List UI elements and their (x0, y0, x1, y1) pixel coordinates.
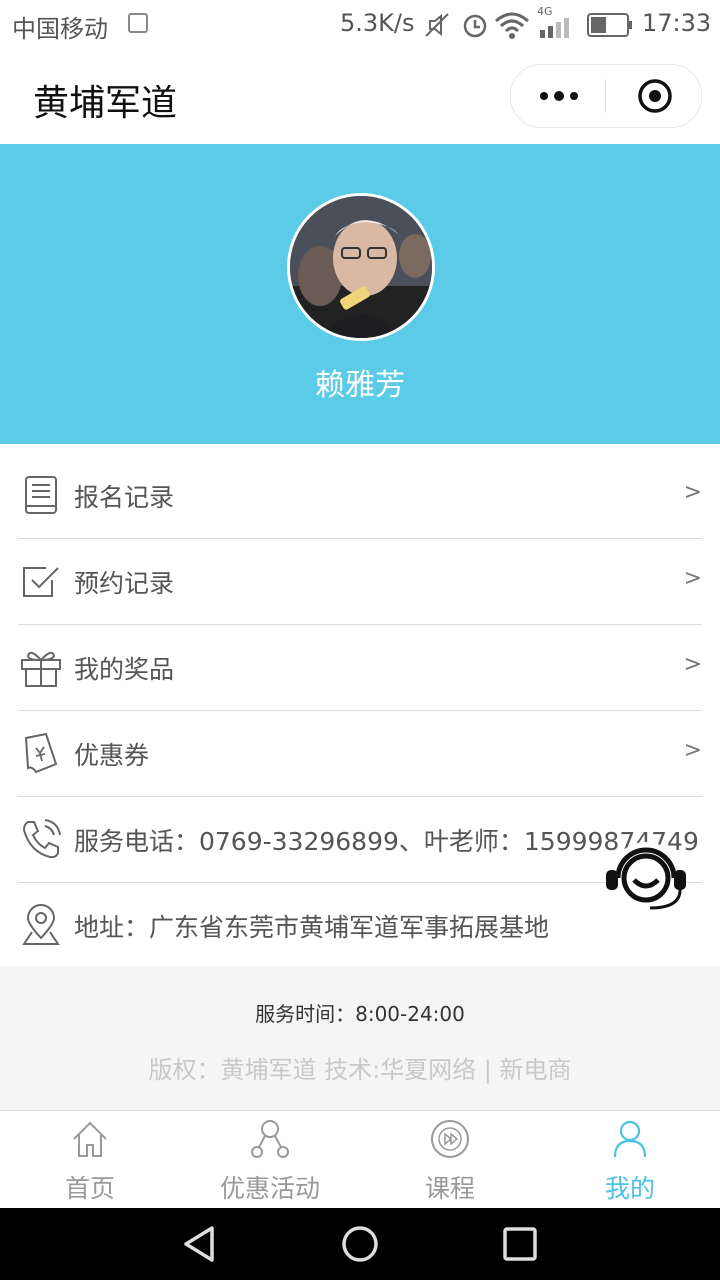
menu-item-label: 预约记录 (74, 569, 175, 598)
document-list-icon (25, 476, 57, 514)
customer-service-button[interactable] (600, 842, 692, 918)
home-icon (73, 1121, 107, 1157)
footer-info: 服务时间：8:00-24:00 版权：黄埔军道 技术:华夏网络 | 新电商 (0, 966, 720, 1110)
close-button[interactable] (621, 65, 701, 127)
system-navigation-bar (0, 1208, 720, 1280)
tab-label: 课程 (424, 1174, 475, 1203)
title-bar: 黄埔军道 (0, 50, 720, 144)
tab-label: 优惠活动 (219, 1174, 320, 1203)
chevron-right-icon: > (683, 480, 702, 505)
back-icon[interactable] (180, 1224, 220, 1264)
more-dots-icon (540, 91, 578, 101)
play-icon (431, 1120, 469, 1158)
menu-item-label: 地址：广东省东莞市黄埔军道军事拓展基地 (74, 913, 550, 942)
recents-icon[interactable] (500, 1224, 540, 1264)
avatar[interactable] (287, 193, 435, 341)
home-circle-icon[interactable] (340, 1224, 380, 1264)
carrier-label: 中国移动 (12, 15, 108, 43)
tab-mine[interactable]: 我的 (540, 1111, 720, 1209)
alarm-icon (463, 14, 487, 38)
wifi-icon (495, 12, 529, 39)
user-icon (613, 1120, 647, 1158)
page-title: 黄埔军道 (33, 83, 178, 124)
image-notification-icon (128, 13, 148, 33)
chevron-right-icon: > (683, 652, 702, 677)
status-bar: 中国移动 5.3K/s 4G 17:33 (0, 0, 720, 50)
mini-program-capsule (510, 64, 702, 128)
menu-item-coupons[interactable]: 优惠券 > (18, 710, 702, 797)
user-name: 赖雅芳 (315, 368, 405, 403)
coupon-icon (24, 732, 58, 774)
battery-icon (587, 13, 632, 37)
profile-header: 赖雅芳 (0, 144, 720, 444)
tab-bar: 首页 优惠活动 课程 我的 (0, 1110, 720, 1209)
tab-label: 首页 (64, 1174, 115, 1203)
chevron-right-icon: > (683, 738, 702, 763)
location-icon (22, 904, 60, 945)
gift-icon (21, 651, 61, 687)
tab-promotions[interactable]: 优惠活动 (180, 1111, 360, 1209)
copyright: 版权：黄埔军道 技术:华夏网络 | 新电商 (148, 1056, 572, 1084)
share-icon (251, 1120, 289, 1158)
capsule-divider (605, 79, 606, 113)
menu-item-label: 报名记录 (74, 483, 175, 512)
menu-item-signup-records[interactable]: 报名记录 > (18, 452, 702, 539)
headset-icon (606, 842, 686, 914)
service-time: 服务时间：8:00-24:00 (255, 1002, 465, 1026)
network-speed: 5.3K/s (340, 9, 415, 37)
tab-courses[interactable]: 课程 (360, 1111, 540, 1209)
chevron-right-icon: > (683, 566, 702, 591)
network-type: 4G (537, 5, 553, 18)
signal-icon (540, 18, 569, 38)
menu-item-label: 我的奖品 (74, 655, 175, 684)
phone-icon (22, 819, 61, 859)
tab-home[interactable]: 首页 (0, 1111, 180, 1209)
menu-item-label: 优惠券 (74, 741, 150, 770)
clock: 17:33 (642, 9, 712, 37)
avatar-photo-icon (290, 196, 432, 338)
menu-item-my-prizes[interactable]: 我的奖品 > (18, 624, 702, 711)
checkbox-icon (23, 567, 59, 597)
tab-label: 我的 (604, 1174, 655, 1203)
target-close-icon (638, 79, 672, 113)
mute-icon (425, 13, 449, 37)
more-button[interactable] (531, 65, 605, 127)
menu-item-booking-records[interactable]: 预约记录 > (18, 538, 702, 625)
